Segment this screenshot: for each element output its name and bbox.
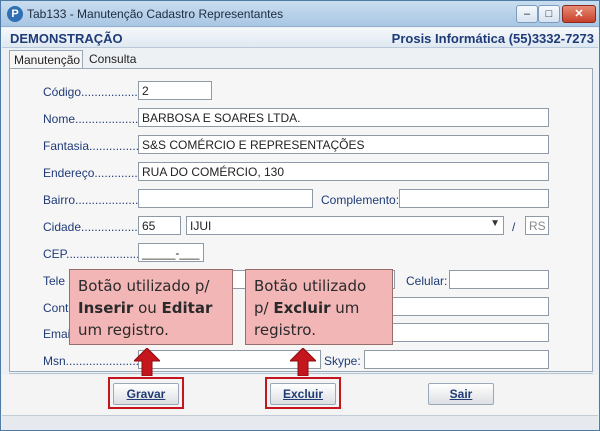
fantasia-field[interactable]: S&S COMÉRCIO E REPRESENTAÇÕES [138,135,549,154]
excluir-button[interactable]: Excluir [270,383,336,405]
callout-gravar-mid: ou [133,299,162,317]
app-window: P Tab133 - Manutenção Cadastro Represent… [0,0,600,431]
codigo-label: Código...................: [43,85,148,99]
callout-excluir-pre: p/ [254,299,274,317]
nome-field[interactable]: BARBOSA E SOARES LTDA. [138,108,549,127]
endereco-field[interactable]: RUA DO COMÉRCIO, 130 [138,162,549,181]
callout-excluir-line3: registro. [254,321,316,339]
maximize-button[interactable]: □ [538,5,560,23]
email-field[interactable] [381,323,549,342]
gravar-button[interactable]: Gravar [113,383,179,405]
bairro-field[interactable] [138,189,313,208]
demo-label: DEMONSTRAÇÃO [10,31,123,46]
callout-gravar-bold2: Editar [161,299,213,317]
callout-excluir-line1: Botão utilizado [254,277,367,295]
callout-excluir: Botão utilizado p/ Excluir um registro. [245,269,393,345]
email-label: Emai [43,327,71,341]
cidade-select[interactable]: IJUI ▼ [186,216,504,235]
callout-excluir-line2: p/ Excluir um [254,297,384,319]
arrow-up-icon [290,348,316,376]
callout-gravar-line1: Botão utilizado p/ [78,277,210,295]
complemento-label: Complemento: [321,193,400,207]
sair-button[interactable]: Sair [428,383,494,405]
celular-label: Celular: [406,274,448,288]
close-button[interactable]: ✕ [562,5,596,23]
cidade-code-field[interactable]: 65 [138,216,181,235]
endereco-label: Endereço................: [43,166,152,180]
app-logo-icon: P [7,6,23,22]
skype-label: Skype: [324,354,361,368]
minimize-button[interactable]: – [516,5,538,23]
callout-excluir-bold: Excluir [273,299,331,317]
callout-gravar-line3: um registro. [78,321,169,339]
callout-gravar: Botão utilizado p/ Inserir ou Editar um … [69,269,233,345]
status-bar [2,415,598,430]
header-band: DEMONSTRAÇÃO Prosis Informática (55)3332… [2,28,598,48]
company-label: Prosis Informática (55)3332-7273 [391,31,594,46]
title-bar[interactable]: P Tab133 - Manutenção Cadastro Represent… [1,1,599,27]
contato-field[interactable] [381,297,549,316]
cep-label: CEP........................: [43,247,150,261]
bairro-label: Bairro.....................: [43,193,149,207]
codigo-field[interactable]: 2 [138,81,212,100]
cep-field[interactable]: _____-___ [138,243,204,262]
tab-consulta[interactable]: Consulta [85,50,137,68]
nome-label: Nome......................: [43,112,152,126]
telefone-label: Tele [43,274,66,288]
chevron-down-icon[interactable]: ▼ [490,218,500,229]
cidade-label: Cidade....................: [43,220,152,234]
uf-field[interactable]: RS [525,216,549,235]
window-title: Tab133 - Manutenção Cadastro Representan… [27,7,284,21]
callout-gravar-bold1: Inserir [78,299,134,317]
contato-label: Cont [43,301,69,315]
tab-manutencao[interactable]: Manutenção [9,50,83,68]
callout-gravar-line2: Inserir ou Editar [78,297,224,319]
uf-separator: / [512,220,516,234]
callout-excluir-post: um [330,299,360,317]
cidade-name-value: IJUI [190,219,212,233]
arrow-up-icon [134,348,160,376]
complemento-field[interactable] [399,189,549,208]
fantasia-label: Fantasia..................: [43,139,153,153]
celular-field[interactable] [449,270,549,289]
skype-field[interactable] [364,350,549,369]
